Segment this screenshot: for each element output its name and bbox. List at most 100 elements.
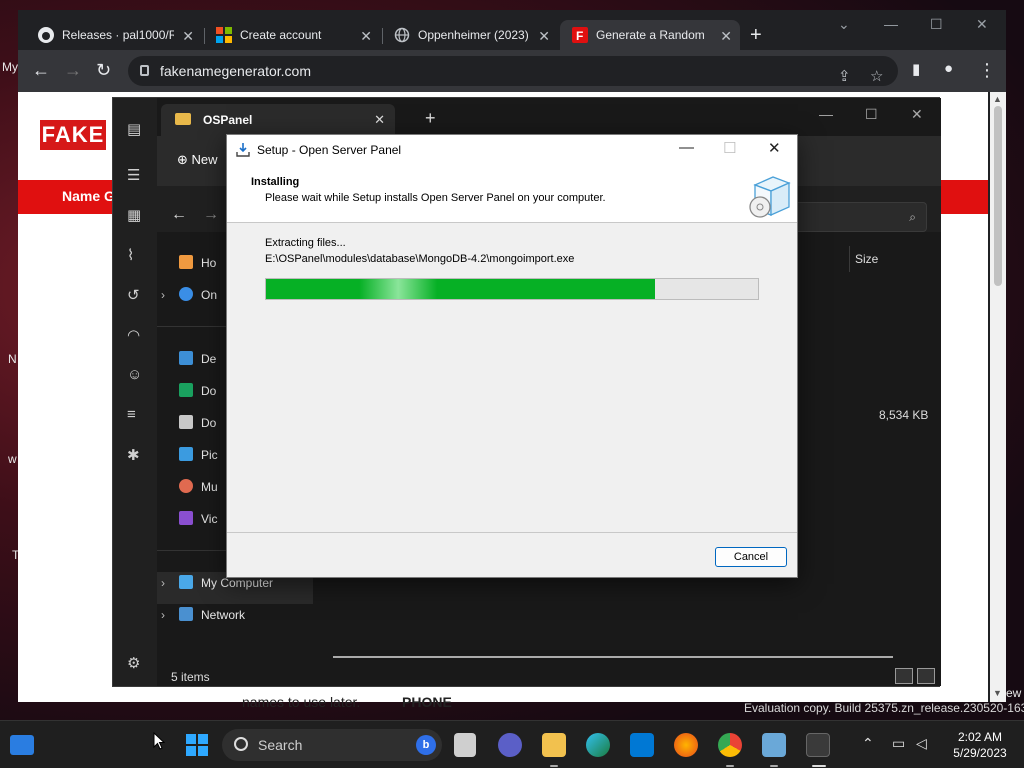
details-view-icon[interactable] [895, 668, 913, 684]
edge-icon[interactable] [586, 733, 610, 757]
volume-icon[interactable]: ◁ [916, 735, 927, 752]
minimize-button[interactable]: — [884, 16, 898, 32]
close-window-button[interactable]: ✕ [976, 16, 988, 33]
scroll-down-icon[interactable]: ▼ [993, 688, 1002, 698]
minimize-button[interactable]: — [679, 139, 694, 156]
chrome-icon[interactable] [718, 733, 742, 757]
page-scrollbar[interactable]: ▲ ▼ [990, 92, 1006, 702]
desktop-icon-label[interactable]: N [8, 352, 17, 366]
teams-icon[interactable] [498, 733, 522, 757]
explorer-tab[interactable]: OSPanel ✕ [161, 104, 395, 136]
store-icon[interactable] [630, 733, 654, 757]
chevron-down-icon[interactable]: ⌄ [838, 16, 850, 33]
start-button[interactable] [186, 734, 208, 756]
clock[interactable]: 2:02 AM 5/29/2023 [948, 729, 1012, 761]
back-arrow-icon[interactable]: ← [32, 60, 50, 81]
firefox-icon[interactable] [674, 733, 698, 757]
gear-icon[interactable]: ⚙ [127, 654, 140, 672]
dialog-title: Setup - Open Server Panel [257, 143, 402, 157]
chevron-right-icon[interactable]: › [161, 576, 165, 590]
desktop-icon-label[interactable]: My [2, 60, 18, 74]
menu-kebab-icon[interactable]: ⋮ [978, 60, 996, 81]
desktop-icon-label[interactable]: w [8, 452, 17, 466]
installer-taskbar-icon[interactable] [806, 733, 830, 757]
list-icon[interactable]: ≡ [127, 406, 136, 423]
nav-item-desktop[interactable]: De [179, 351, 216, 366]
address-bar[interactable]: fakenamegenerator.com ⇪ ☆ [128, 56, 898, 86]
dashboard-icon[interactable]: ▦ [127, 206, 141, 224]
nav-item-downloads[interactable]: Do [179, 383, 216, 398]
close-icon[interactable]: ✕ [360, 28, 372, 45]
close-icon[interactable]: ✕ [720, 28, 732, 45]
nav-link[interactable]: Name G [62, 188, 115, 204]
column-separator[interactable] [849, 246, 850, 272]
desktop-icon-label[interactable]: ew [1006, 686, 1021, 700]
taskbar-search[interactable]: Search b [222, 729, 442, 761]
setup-heading: Installing [251, 176, 300, 188]
share-icon[interactable]: ⇪ [838, 62, 851, 92]
speed-icon[interactable]: ◠ [127, 326, 140, 344]
forward-arrow-icon[interactable]: → [203, 206, 219, 224]
dialog-titlebar[interactable]: Setup - Open Server Panel — ☐ ✕ [227, 135, 797, 165]
close-icon[interactable]: ✕ [374, 104, 385, 136]
task-view-icon[interactable] [454, 733, 476, 757]
nav-item-onedrive[interactable]: › On [161, 287, 217, 302]
ospanel-icon[interactable] [762, 733, 786, 757]
scroll-up-icon[interactable]: ▲ [993, 94, 1002, 104]
new-label: New [191, 152, 218, 167]
browser-tab[interactable]: Oppenheimer (2023) ✕ [382, 20, 558, 50]
minimize-button[interactable]: — [819, 106, 833, 122]
network-status-icon[interactable]: ▭ [892, 735, 905, 752]
sidebar-icon[interactable]: ▮ [912, 60, 920, 78]
videos-icon [179, 511, 193, 525]
horizontal-scrollbar[interactable] [333, 656, 893, 658]
activity-icon[interactable]: ⌇ [127, 246, 134, 264]
bing-icon[interactable]: b [416, 735, 436, 755]
nav-item-my-computer[interactable]: › My Computer [161, 575, 273, 590]
computer-icon [179, 575, 193, 589]
star-icon[interactable]: ☆ [870, 62, 883, 92]
chevron-right-icon[interactable]: › [161, 608, 165, 622]
chevron-up-icon[interactable]: ⌃ [862, 735, 874, 752]
column-header-size[interactable]: Size [855, 252, 878, 266]
profile-icon[interactable]: ● [944, 60, 953, 77]
hamburger-icon[interactable]: ☰ [127, 166, 140, 184]
users-icon[interactable]: ☺ [127, 366, 142, 383]
nav-item-pictures[interactable]: Pic [179, 447, 218, 462]
maximize-button[interactable]: ☐ [865, 106, 878, 123]
chevron-right-icon[interactable]: › [161, 288, 165, 302]
maximize-button[interactable]: ☐ [930, 16, 943, 33]
scroll-thumb[interactable] [994, 106, 1002, 286]
globe-icon [394, 27, 410, 43]
history-icon[interactable]: ↺ [127, 286, 140, 304]
browser-tab[interactable]: Create account ✕ [204, 20, 380, 50]
browser-tab[interactable]: Releases · pal1000/Re ✕ [26, 20, 202, 50]
widgets-icon[interactable] [10, 735, 34, 755]
close-window-button[interactable]: ✕ [768, 139, 781, 157]
new-button[interactable]: ⊕ New [177, 152, 218, 168]
nav-item-music[interactable]: Mu [179, 479, 218, 494]
new-tab-button[interactable]: + [425, 108, 436, 129]
nav-item-network[interactable]: › Network [161, 607, 245, 622]
browser-tab-active[interactable]: F Generate a Random N ✕ [560, 20, 740, 50]
close-icon[interactable]: ✕ [182, 28, 194, 45]
back-arrow-icon[interactable]: ← [171, 206, 187, 224]
file-explorer-icon[interactable] [542, 733, 566, 757]
browser-toolbar: ← → ↻ fakenamegenerator.com ⇪ ☆ ▮ ● ⋮ [18, 50, 1006, 92]
close-window-button[interactable]: ✕ [911, 106, 923, 123]
nav-item-home[interactable]: Ho [179, 255, 216, 270]
puzzle-icon[interactable]: ✱ [127, 446, 140, 464]
running-indicator [812, 765, 826, 767]
nav-item-videos[interactable]: Vic [179, 511, 217, 526]
nav-item-documents[interactable]: Do [179, 415, 216, 430]
tiles-view-icon[interactable] [917, 668, 935, 684]
page-heading: PHONE [402, 694, 452, 710]
close-icon[interactable]: ✕ [538, 28, 550, 45]
gallery-icon[interactable]: ▤ [127, 120, 141, 138]
site-logo[interactable]: FAKE [40, 120, 106, 150]
reload-icon[interactable]: ↻ [96, 60, 111, 81]
forward-arrow-icon[interactable]: → [64, 60, 82, 81]
cancel-button[interactable]: Cancel [715, 547, 787, 567]
evaluation-watermark: Evaluation copy. Build 25375.zn_release.… [744, 701, 1024, 715]
new-tab-button[interactable]: + [750, 24, 762, 47]
